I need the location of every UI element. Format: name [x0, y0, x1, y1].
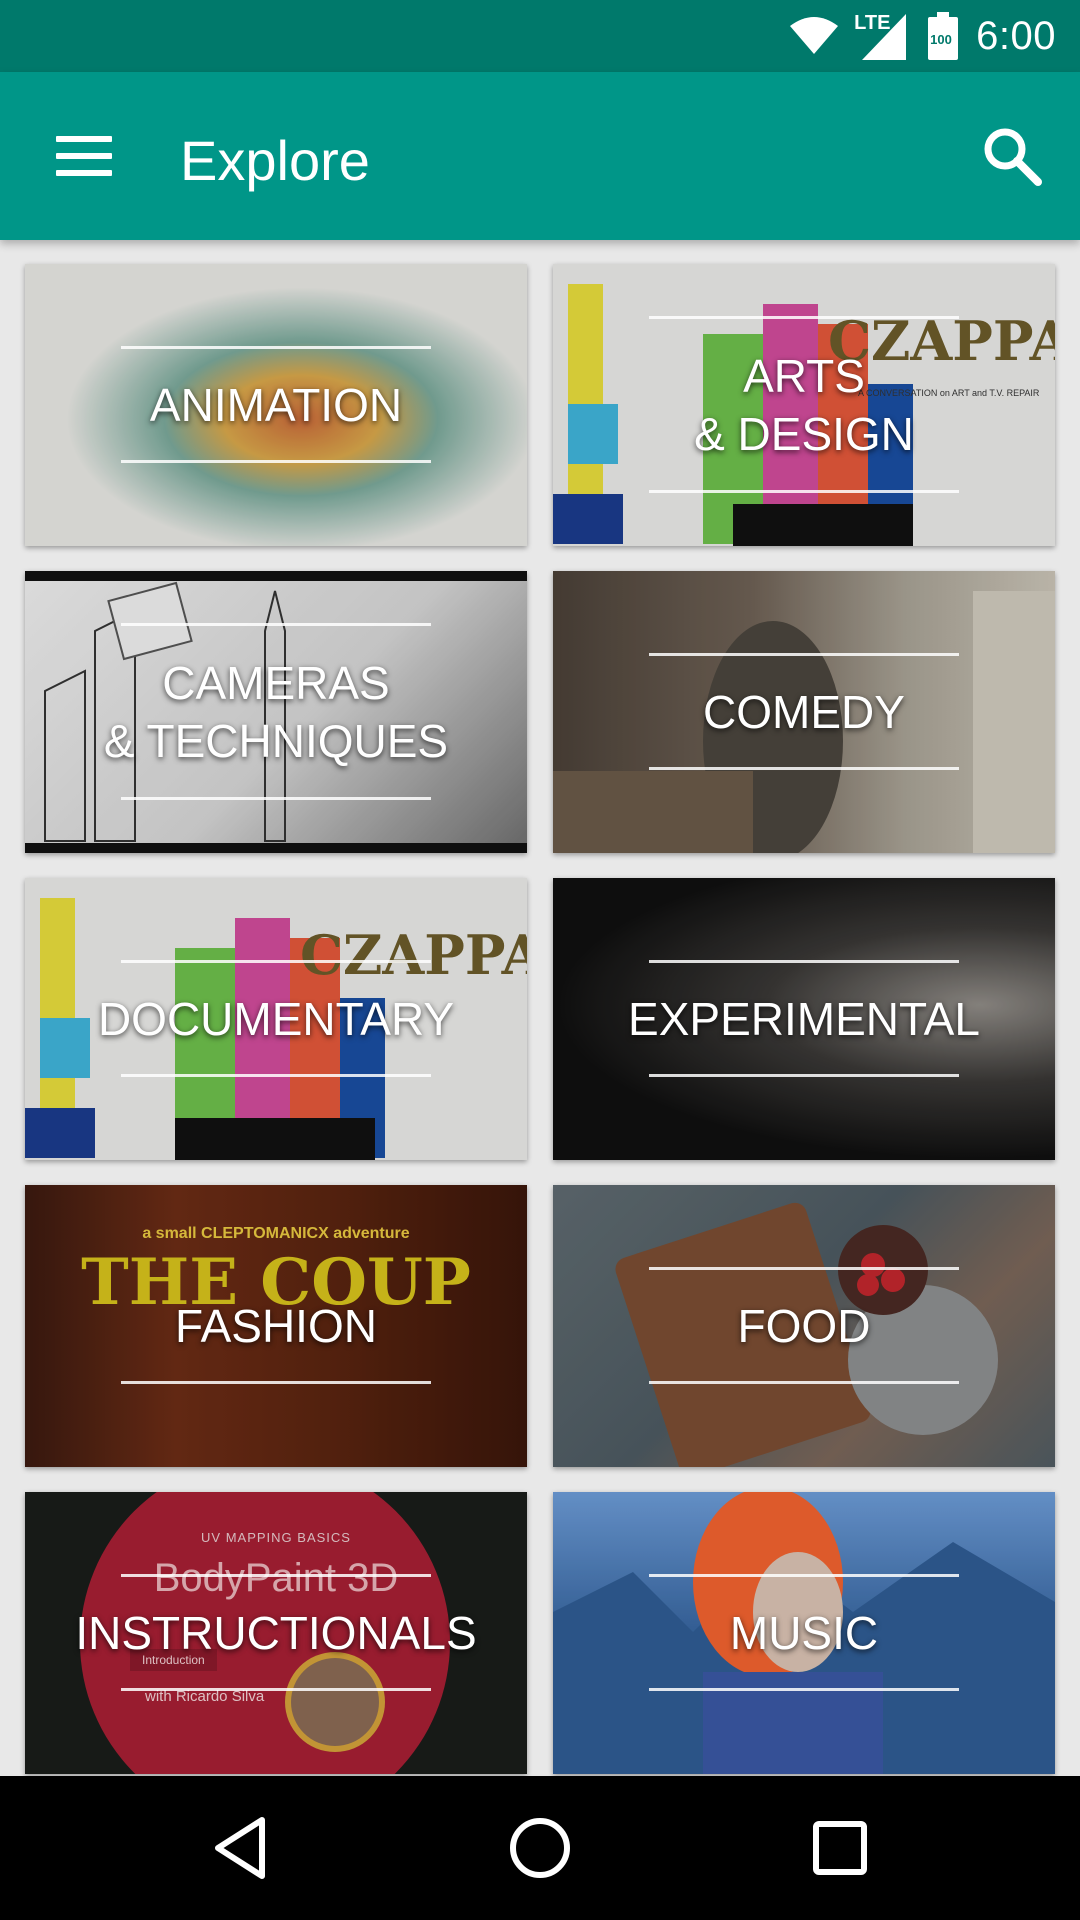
category-label: CAMERAS & TECHNIQUES — [103, 657, 449, 767]
category-tile-documentary[interactable]: CZAPPA DOCUMENTARY — [25, 878, 527, 1160]
category-tile-food[interactable]: FOOD — [553, 1185, 1055, 1467]
category-tile-comedy[interactable]: COMEDY — [553, 571, 1055, 853]
category-label: INSTRUCTIONALS — [75, 1607, 477, 1659]
category-label: EXPERIMENTAL — [628, 993, 980, 1045]
category-tile-experimental[interactable]: EXPERIMENTAL — [553, 878, 1055, 1160]
category-label: ANIMATION — [149, 379, 403, 431]
page-title: Explore — [180, 129, 370, 192]
signal-icon: LTE — [854, 10, 910, 62]
category-label: MUSIC — [729, 1607, 879, 1659]
category-label: DOCUMENTARY — [97, 993, 455, 1045]
category-label: FOOD — [737, 1300, 871, 1352]
wifi-icon — [790, 17, 839, 54]
category-label: ARTS & DESIGN — [694, 350, 914, 460]
clock: 6:00 — [976, 13, 1056, 58]
home-circle-icon[interactable] — [504, 1812, 576, 1884]
category-tile-instructionals[interactable]: UV MAPPING BASICS BodyPaint 3D Introduct… — [25, 1492, 527, 1774]
hamburger-menu-icon[interactable] — [56, 136, 112, 176]
category-grid: ANIMATION CZAPPA A CONVERSATION on ART a… — [0, 240, 1080, 1776]
category-tile-arts-design[interactable]: CZAPPA A CONVERSATION on ART and T.V. RE… — [553, 264, 1055, 546]
navigation-bar — [0, 1776, 1080, 1920]
recents-square-icon[interactable] — [804, 1812, 876, 1884]
battery-level: 100 — [930, 32, 952, 47]
status-bar: LTE 100 6:00 — [0, 0, 1080, 72]
category-tile-cameras-techniques[interactable]: CAMERAS & TECHNIQUES — [25, 571, 527, 853]
search-icon[interactable] — [980, 124, 1044, 188]
category-tile-animation[interactable]: ANIMATION — [25, 264, 527, 546]
category-label: COMEDY — [703, 686, 905, 738]
category-tile-fashion[interactable]: a small CLEPTOMANICX adventure THE COUP … — [25, 1185, 527, 1467]
back-triangle-icon[interactable] — [206, 1812, 278, 1884]
network-type: LTE — [854, 12, 891, 34]
battery-icon: 100 — [928, 12, 959, 60]
category-tile-music[interactable]: MUSIC — [553, 1492, 1055, 1774]
app-bar: Explore — [0, 72, 1080, 240]
category-label: FASHION — [175, 1300, 377, 1352]
status-icons: LTE 100 6:00 — [788, 0, 1056, 72]
